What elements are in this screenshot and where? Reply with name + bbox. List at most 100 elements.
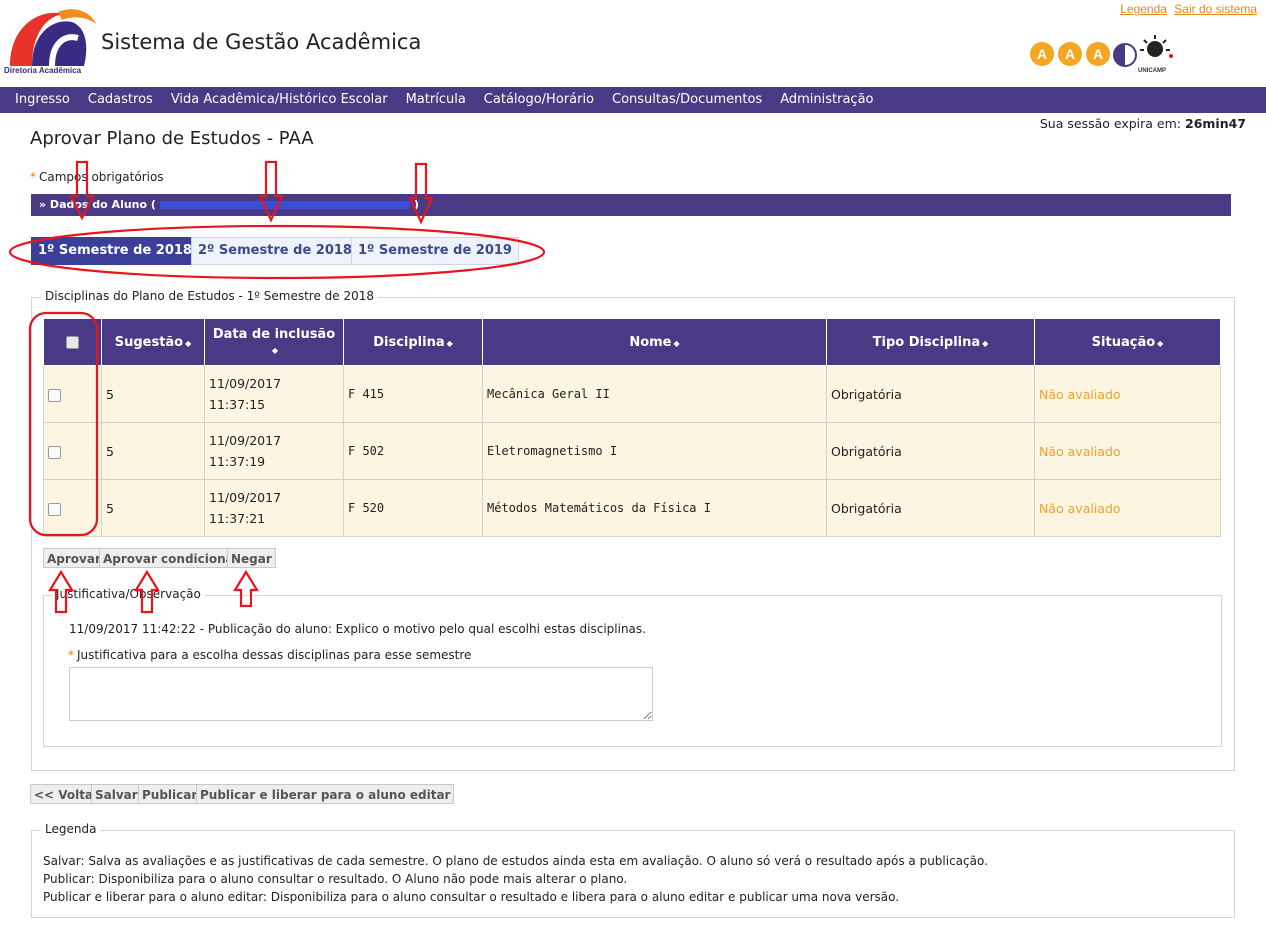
col-situacao[interactable]: Situação ◆ [1034,318,1221,366]
aprovar-button[interactable]: Aprovar [43,548,105,568]
col-nome[interactable]: Nome ◆ [482,318,827,366]
logo-caption: Diretoria Acadêmica [4,66,82,75]
sugestao-cell: 5 [101,422,205,480]
aaa-letter: A [1030,42,1054,66]
data-cell: 11/09/2017 11:37:21 [204,479,344,537]
justificativa-history: 11/09/2017 11:42:22 - Publicação do alun… [69,622,646,636]
data-date: 11/09/2017 [209,433,282,448]
student-bar-prefix: » Dados do Aluno ( [39,198,156,211]
sort-icon: ◆ [271,346,279,355]
data-date: 11/09/2017 [209,376,282,391]
sort-icon: ◆ [446,338,453,348]
row-select-cell [43,365,102,423]
disciplina-cell: F 502 [343,422,483,480]
data-time: 11:37:21 [209,511,266,526]
aaa-letter: A [1086,42,1110,66]
col-label: Sugestão [114,334,184,350]
legenda-line: Publicar e liberar para o aluno editar: … [43,890,900,904]
justificativa-legend: Justificativa/Observação [52,587,205,601]
main-nav: Ingresso Cadastros Vida Acadêmica/Histór… [0,87,1266,113]
justificativa-label-text: Justificativa para a escolha dessas disc… [77,648,472,662]
legenda-line: Salvar: Salva as avaliações e as justifi… [43,854,988,868]
legenda-link[interactable]: Legenda [1120,2,1167,16]
aaa-logo: A A A [1030,35,1180,80]
row-checkbox[interactable] [48,388,61,402]
nav-item-matricula[interactable]: Matrícula [397,87,475,113]
justificativa-field-label: * Justificativa para a escolha dessas dis… [68,648,471,662]
table-row: 5 11/09/2017 11:37:19 F 502 Eletromagneti… [43,422,1221,480]
col-label: Disciplina [373,334,445,350]
col-label: Situação [1091,334,1156,350]
nome-cell: Mecânica Geral II [482,365,827,423]
unicamp-logo-icon [1140,35,1173,58]
data-date: 11/09/2017 [209,490,282,505]
legenda-legend: Legenda [41,822,101,836]
nome-cell: Eletromagnetismo I [482,422,827,480]
situacao-cell: Não avaliado [1034,422,1221,480]
disciplinas-legend: Disciplinas do Plano de Estudos - 1º Sem… [41,289,379,303]
sort-icon: ◆ [673,338,680,348]
publicar-liberar-button[interactable]: Publicar e liberar para o aluno editar [196,784,455,804]
sort-icon: ◆ [982,338,989,348]
required-star-icon: * [68,648,74,662]
data-time: 11:37:15 [209,397,266,412]
publicar-button[interactable]: Publicar [138,784,202,804]
col-sugestao[interactable]: Sugestão ◆ [101,318,205,366]
redacted-student-info [159,201,410,209]
logout-link[interactable]: Sair do sistema [1174,2,1257,16]
top-links: Legenda Sair do sistema [1116,2,1257,16]
salvar-button[interactable]: Salvar [91,784,142,804]
nav-item-administracao[interactable]: Administração [771,87,882,113]
nome-cell: Métodos Matemáticos da Física I [482,479,827,537]
col-label: Data de inclusão [212,327,336,342]
nav-item-catalogo[interactable]: Catálogo/Horário [475,87,603,113]
nav-item-ingresso[interactable]: Ingresso [6,87,79,113]
aaa-letter: A [1058,42,1082,66]
justificativa-textarea[interactable] [69,667,653,721]
session-timer: Sua sessão expira em: 26min47 [1040,116,1246,131]
table-row: 5 11/09/2017 11:37:15 F 415 Mecânica Gera… [43,365,1221,423]
disciplinas-table: Sugestão ◆ Data de inclusão ◆ Disciplina ◆ … [43,318,1221,537]
tab-semester-1-2019[interactable]: 1º Semestre de 2019 [351,237,519,265]
tipo-cell: Obrigatória [826,422,1035,480]
row-checkbox[interactable] [48,502,61,516]
required-note: * Campos obrigatórios [30,170,164,184]
student-data-bar[interactable]: » Dados do Aluno () [31,194,1231,216]
row-checkbox[interactable] [48,445,61,459]
tab-semester-2-2018[interactable]: 2º Semestre de 2018 [191,237,359,265]
select-all-header[interactable] [43,318,102,366]
page-title: Aprovar Plano de Estudos - PAA [30,128,314,149]
data-cell: 11/09/2017 11:37:15 [204,365,344,423]
session-time: 26min47 [1185,116,1246,131]
disciplina-cell: F 415 [343,365,483,423]
tipo-cell: Obrigatória [826,479,1035,537]
col-disciplina[interactable]: Disciplina ◆ [343,318,483,366]
sugestao-cell: 5 [101,365,205,423]
half-moon-icon [1113,43,1137,67]
aprovar-condicional-button[interactable]: Aprovar condicional [99,548,242,568]
legenda-line: Publicar: Disponibiliza para o aluno con… [43,872,628,886]
data-cell: 11/09/2017 11:37:19 [204,422,344,480]
sugestao-cell: 5 [101,479,205,537]
required-star-icon: * [30,170,36,184]
nav-item-consultas[interactable]: Consultas/Documentos [603,87,771,113]
unicamp-label: UNICAMP [1138,68,1166,74]
nav-item-vida-academica[interactable]: Vida Acadêmica/Histórico Escolar [162,87,397,113]
tab-semester-1-2018[interactable]: 1º Semestre de 2018 [31,237,199,265]
disciplina-cell: F 520 [343,479,483,537]
table-row: 5 11/09/2017 11:37:21 F 520 Métodos Matem… [43,479,1221,537]
required-note-text: Campos obrigatórios [39,170,164,184]
sort-icon: ◆ [1157,338,1164,348]
row-select-cell [43,479,102,537]
col-tipo-disciplina[interactable]: Tipo Disciplina ◆ [826,318,1035,366]
select-all-checkbox[interactable] [66,335,79,349]
table-header-row: Sugestão ◆ Data de inclusão ◆ Disciplina ◆ … [43,318,1221,366]
sort-icon: ◆ [185,338,192,348]
student-bar-suffix: ) [413,198,419,211]
nav-item-cadastros[interactable]: Cadastros [79,87,162,113]
col-data-inclusao[interactable]: Data de inclusão ◆ [204,318,344,366]
negar-button[interactable]: Negar [227,548,276,568]
tipo-cell: Obrigatória [826,365,1035,423]
session-label: Sua sessão expira em: [1039,116,1182,131]
row-select-cell [43,422,102,480]
